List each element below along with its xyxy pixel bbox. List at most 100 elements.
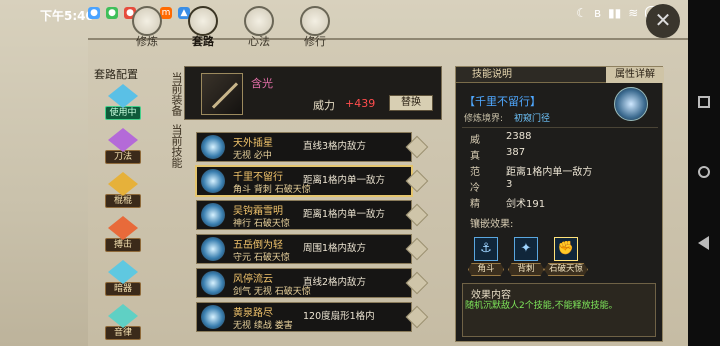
category-hidden-weapon[interactable]: 暗器: [100, 260, 146, 296]
category-label: 音律: [105, 326, 141, 340]
tab-label: 修炼: [136, 35, 158, 48]
close-button[interactable]: ✕: [646, 4, 680, 38]
skill-row-1[interactable]: 千里不留行 角斗 背刺 石破天惊 距离1格内单一敌方: [196, 166, 429, 196]
tab-emblem-icon: [244, 6, 274, 36]
skill-icon: [201, 203, 225, 227]
embed-name: 石破天惊: [544, 263, 588, 276]
detail-skill-name: 【千里不留行】: [464, 95, 541, 108]
stat-range-label: 范: [470, 167, 480, 178]
skill-detail-panel: 技能说明 属性详解 【千里不留行】 修炼境界: 初窥门径 威 2388 真 38…: [455, 66, 664, 342]
crystal-icon: [108, 216, 138, 240]
tab-emblem-icon: [300, 6, 330, 36]
skill-tags: 角斗 背刺 石破天惊: [233, 185, 311, 195]
recent-apps-icon[interactable]: [698, 96, 710, 108]
tab-routine[interactable]: 套路: [176, 6, 230, 48]
equipped-side-label: 当前装备: [170, 72, 183, 116]
crystal-icon: [108, 128, 138, 152]
tab-cultivate[interactable]: 修炼: [120, 6, 174, 48]
crystal-icon: [108, 172, 138, 196]
embed-name: 角斗: [468, 263, 504, 276]
crystal-icon: [108, 260, 138, 284]
moon-icon: ☾: [576, 6, 588, 20]
skill-name: 风停流云: [233, 274, 273, 285]
skill-tags: 剑气 无视 石破天惊: [233, 287, 311, 297]
category-label: 刀法: [105, 150, 141, 164]
android-nav-bar: [688, 0, 720, 346]
equipped-panel: 含光 威力 +439 替换: [184, 66, 442, 120]
skill-large-icon: [614, 87, 648, 121]
stat-power-value: 2388: [506, 131, 532, 142]
stat-mastery-value: 剑术191: [506, 199, 546, 210]
category-title: 套路配置: [94, 68, 138, 81]
skill-row-0[interactable]: 天外插星 无视 必中 直线3格内敌方: [196, 132, 429, 162]
stat-qi-value: 387: [506, 147, 526, 158]
tab-practice[interactable]: 修行: [288, 6, 342, 48]
divider: [462, 127, 658, 128]
stat-qi-label: 真: [470, 151, 480, 162]
category-label: 暗器: [105, 282, 141, 296]
tab-emblem-icon: [132, 6, 162, 36]
skill-icon: [201, 237, 225, 261]
realm-value: 初窥门径: [514, 114, 551, 124]
signal-icon: ▮▮: [607, 6, 622, 20]
category-staff[interactable]: 棍棍: [100, 172, 146, 208]
embed-slot-2[interactable]: ✊ 石破天惊: [544, 237, 588, 276]
equipped-name: 含光: [251, 77, 273, 90]
status-time: 下午5:40: [40, 9, 94, 23]
wechat-icon: ●: [106, 7, 118, 19]
stat-cooldown-label: 冷: [470, 183, 480, 194]
skill-tags: 无视 必中: [233, 151, 272, 161]
category-fist[interactable]: 搏击: [100, 216, 146, 252]
status-bar: 下午5:40 ● ● ● ▣ m ▲ ☾ ʙ ▮▮ ≋ 83: [0, 0, 720, 28]
bluetooth-icon: ʙ: [594, 6, 601, 20]
equipped-power-label: 威力: [313, 99, 335, 112]
stat-cooldown-value: 3: [506, 179, 513, 190]
skill-range: 距离1格内单一敌方: [303, 175, 386, 186]
effect-box: 效果内容 随机沉默敌人2个技能,不能释放技能。: [462, 283, 656, 337]
tab-skill-description[interactable]: 技能说明: [456, 67, 606, 83]
skill-range: 距离1格内单一敌方: [303, 209, 386, 220]
effect-text: 随机沉默敌人2个技能,不能释放技能。: [465, 301, 618, 311]
effect-title: 效果内容: [471, 290, 511, 301]
skill-range: 直线3格内敌方: [303, 141, 367, 152]
tab-emblem-icon: [188, 6, 218, 36]
skill-range: 直线2格内敌方: [303, 277, 367, 288]
embed-label: 镶嵌效果:: [470, 219, 514, 230]
embed-slot-1[interactable]: ✦ 背刺: [508, 237, 544, 276]
category-label: 棍棍: [105, 194, 141, 208]
close-icon: ✕: [654, 8, 672, 32]
crystal-icon: [108, 84, 138, 108]
skill-row-5[interactable]: 黄泉路尽 无视 续战 娄害 120度扇形1格内: [196, 302, 429, 332]
back-icon[interactable]: [698, 236, 709, 250]
category-music[interactable]: 音律: [100, 304, 146, 340]
category-in-use[interactable]: 使用中: [100, 84, 146, 120]
swap-button[interactable]: 替换: [389, 95, 433, 111]
embed-slot-0[interactable]: ⚓ 角斗: [468, 237, 504, 276]
home-icon[interactable]: [698, 166, 710, 178]
realm-label: 修炼境界:: [464, 114, 504, 124]
tab-label: 修行: [304, 35, 326, 48]
wifi-icon: ≋: [628, 6, 639, 20]
blade-shape: [211, 82, 239, 109]
category-blade[interactable]: 刀法: [100, 128, 146, 164]
skill-icon: [201, 305, 225, 329]
stat-range-value: 距离1格内单一敌方: [506, 167, 593, 178]
fist-icon: ✊: [554, 237, 578, 261]
skill-row-4[interactable]: 风停流云 剑气 无视 石破天惊 直线2格内敌方: [196, 268, 429, 298]
skill-icon: [201, 271, 225, 295]
sword-icon[interactable]: [201, 73, 243, 115]
qq-icon: ●: [88, 7, 100, 19]
skill-tags: 守元 石破天惊: [233, 253, 290, 263]
skill-name: 千里不留行: [233, 172, 283, 183]
stat-mastery-label: 精: [470, 199, 480, 210]
skill-name: 五岳倒为轻: [233, 240, 283, 251]
skill-tags: 无视 续战 娄害: [233, 321, 293, 331]
embed-name: 背刺: [508, 263, 544, 276]
skill-row-3[interactable]: 五岳倒为轻 守元 石破天惊 周围1格内敌方: [196, 234, 429, 264]
tab-mind-method[interactable]: 心法: [232, 6, 286, 48]
equipped-power-value: +439: [345, 97, 376, 110]
stat-power-label: 威: [470, 135, 480, 146]
skill-range: 周围1格内敌方: [303, 243, 367, 254]
skill-row-2[interactable]: 吴钩霜雪明 神行 石破天惊 距离1格内单一敌方: [196, 200, 429, 230]
tab-attribute-detail[interactable]: 属性详解: [606, 67, 664, 83]
